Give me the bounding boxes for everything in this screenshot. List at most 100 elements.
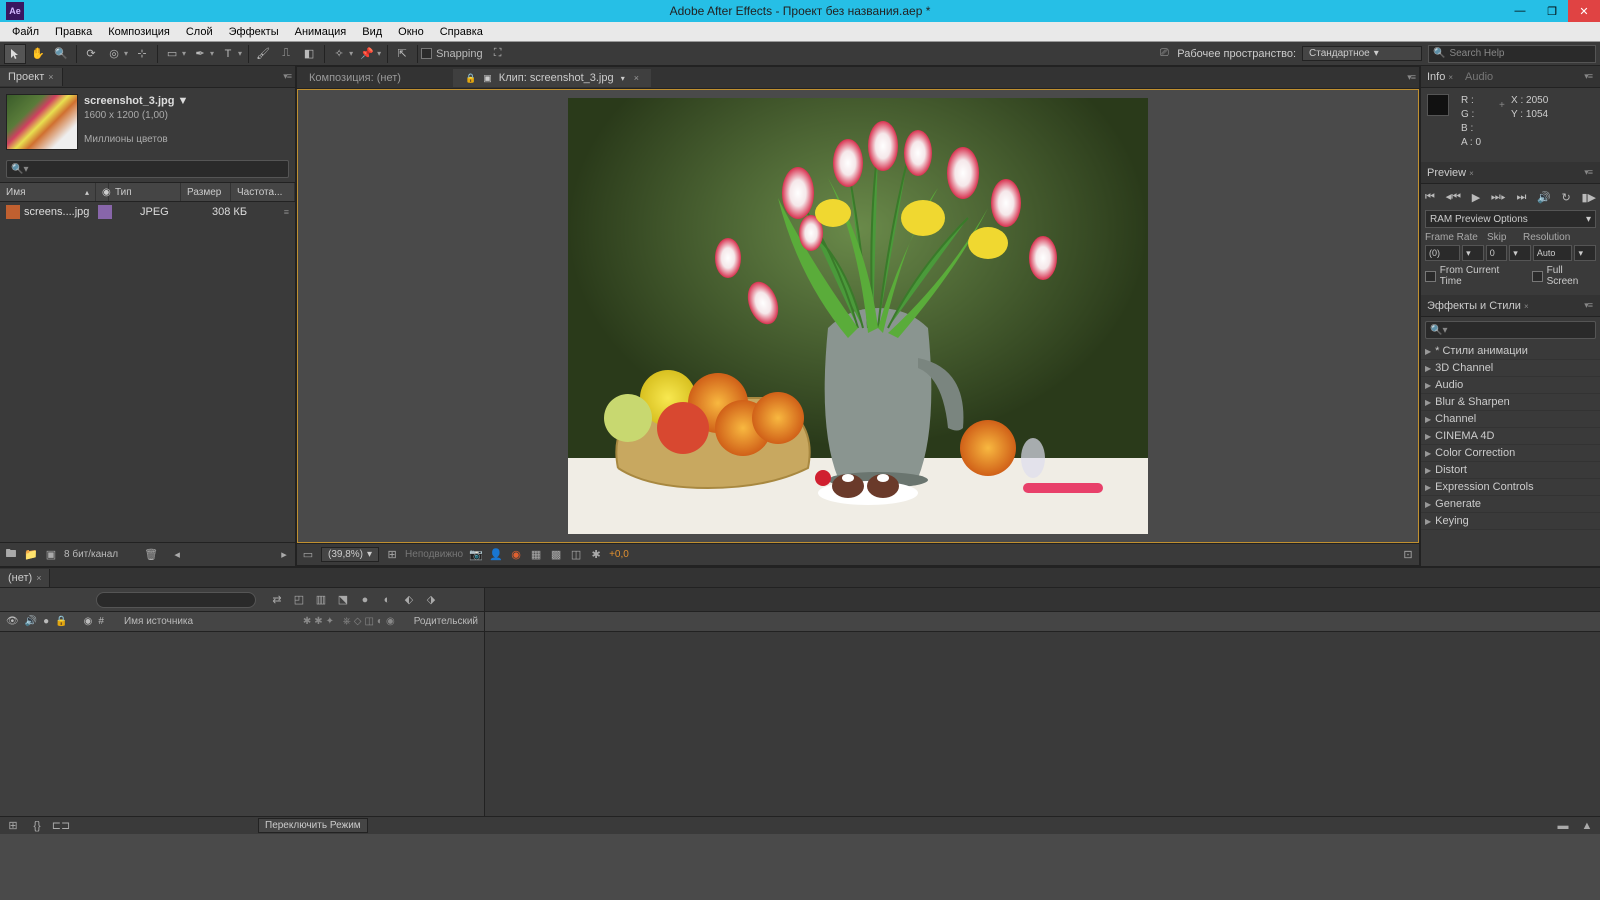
hand-tool[interactable]: ✋ <box>27 44 49 64</box>
fx-category[interactable]: ▶* Стили анимации <box>1421 343 1600 360</box>
ram-button[interactable]: ▮▶ <box>1581 191 1596 204</box>
sync-icon[interactable]: ⎚ <box>1157 47 1171 61</box>
menu-animation[interactable]: Анимация <box>287 24 355 40</box>
skip-dd[interactable]: ▾ <box>1509 245 1531 261</box>
local-axis-tool[interactable]: ⇱ <box>391 44 413 64</box>
effects-tab[interactable]: Эффекты и Стили× <box>1421 297 1535 315</box>
3d-icon[interactable]: ◫ <box>569 548 583 562</box>
toggle-switches-icon[interactable]: ⊞ <box>6 819 20 833</box>
asset-name[interactable]: screenshot_3.jpg ▼ <box>84 94 188 109</box>
selection-tool[interactable] <box>4 44 26 64</box>
menu-edit[interactable]: Правка <box>47 24 100 40</box>
audio-icon[interactable]: 🔊 <box>25 616 37 627</box>
tl-icon[interactable]: ⬖ <box>402 593 416 607</box>
menu-view[interactable]: Вид <box>354 24 390 40</box>
tl-icon[interactable]: ● <box>358 593 372 607</box>
audio-tab[interactable]: Audio <box>1459 68 1499 86</box>
zoom-out-icon[interactable]: ▬ <box>1556 819 1570 833</box>
exposure-value[interactable]: +0,0 <box>609 549 629 560</box>
fx-category[interactable]: ▶Channel <box>1421 411 1600 428</box>
magnify-icon[interactable]: ▭ <box>301 548 315 562</box>
clone-tool[interactable]: ⎍ <box>275 44 297 64</box>
resolution-dd[interactable]: ▾ <box>1574 245 1596 261</box>
minimize-button[interactable]: — <box>1504 0 1536 22</box>
new-comp-icon[interactable]: ▣ <box>44 548 58 562</box>
col-freq[interactable]: Частота... <box>231 183 295 201</box>
snapping-options-icon[interactable]: ⛶ <box>487 44 509 64</box>
timeline-ruler[interactable] <box>485 588 1600 612</box>
row-menu-icon[interactable]: ≡ <box>284 207 289 217</box>
anchor-tool[interactable]: ⊹ <box>131 44 153 64</box>
timeline-tracks[interactable] <box>485 588 1600 816</box>
roto-tool[interactable]: ✧ <box>328 44 350 64</box>
menu-window[interactable]: Окно <box>390 24 432 40</box>
delete-icon[interactable]: 🗑 <box>144 548 158 562</box>
brackets2-icon[interactable]: ⊏⊐ <box>54 819 68 833</box>
new-folder-icon[interactable]: 📁 <box>24 548 38 562</box>
panel-menu-icon[interactable]: ▾≡ <box>1407 72 1415 83</box>
fx-category[interactable]: ▶Blur & Sharpen <box>1421 394 1600 411</box>
label-icon[interactable]: ◉ <box>84 616 93 627</box>
close-button[interactable]: ✕ <box>1568 0 1600 22</box>
tl-icon[interactable]: ⬗ <box>424 593 438 607</box>
zoom-in-icon[interactable]: ▲ <box>1580 819 1594 833</box>
panel-menu-icon[interactable]: ▾≡ <box>283 71 291 82</box>
menu-composition[interactable]: Композиция <box>100 24 178 40</box>
first-frame-button[interactable]: ⏮ <box>1425 191 1435 204</box>
audio-button[interactable]: 🔊 <box>1537 191 1551 204</box>
snapping-checkbox[interactable] <box>421 48 432 59</box>
type-tool[interactable]: T <box>217 44 239 64</box>
project-search-input[interactable]: 🔍▾ <box>6 160 289 178</box>
project-list-row[interactable]: screens....jpg JPEG 308 КБ ≡ <box>0 202 295 222</box>
tl-icon[interactable]: ◐ <box>380 593 394 607</box>
last-frame-button[interactable]: ⏭ <box>1517 191 1527 204</box>
region-icon[interactable]: 👤 <box>489 548 503 562</box>
transparency-icon[interactable]: ▦ <box>529 548 543 562</box>
comp-tab[interactable]: Композиция: (нет) <box>297 69 413 87</box>
col-label[interactable]: ◉ <box>96 183 109 201</box>
lock-icon[interactable]: 🔒 <box>55 616 67 627</box>
col-size[interactable]: Размер <box>181 183 231 201</box>
exposure-icon[interactable]: ✱ <box>589 548 603 562</box>
eraser-tool[interactable]: ◧ <box>298 44 320 64</box>
toggle-mode-button[interactable]: Переключить Режим <box>258 818 368 833</box>
solo-icon[interactable]: ● <box>43 616 49 627</box>
viewer-canvas[interactable] <box>297 89 1419 543</box>
from-current-checkbox[interactable] <box>1425 271 1436 282</box>
effects-search-input[interactable]: 🔍▾ <box>1425 321 1596 339</box>
project-tab[interactable]: Проект× <box>0 68 63 86</box>
pen-tool[interactable]: ✒ <box>189 44 211 64</box>
framerate-input[interactable]: (0) <box>1425 245 1460 261</box>
tl-icon[interactable]: ⬔ <box>336 593 350 607</box>
menu-help[interactable]: Справка <box>432 24 491 40</box>
framerate-dd[interactable]: ▾ <box>1462 245 1484 261</box>
resolution-input[interactable]: Auto <box>1533 245 1573 261</box>
tl-icon[interactable]: ⇄ <box>270 593 284 607</box>
brackets-icon[interactable]: {} <box>30 819 44 833</box>
brush-tool[interactable]: 🖌 <box>252 44 274 64</box>
loop-button[interactable]: ↻ <box>1562 191 1571 204</box>
play-button[interactable]: ▶ <box>1472 191 1480 204</box>
close-icon[interactable]: × <box>48 72 53 82</box>
bpc-label[interactable]: 8 бит/канал <box>64 549 118 560</box>
mask-icon[interactable]: ▩ <box>549 548 563 562</box>
timeline-tab[interactable]: (нет)× <box>0 569 50 587</box>
fx-category[interactable]: ▶Keying <box>1421 513 1600 530</box>
prev-frame-button[interactable]: ◂⏮ <box>1446 190 1461 204</box>
fx-category[interactable]: ▶Color Correction <box>1421 445 1600 462</box>
fx-category[interactable]: ▶CINEMA 4D <box>1421 428 1600 445</box>
timeline-search-input[interactable] <box>96 592 256 608</box>
ram-preview-dropdown[interactable]: RAM Preview Options▾ <box>1425 210 1596 228</box>
menu-layer[interactable]: Слой <box>178 24 221 40</box>
preview-tab[interactable]: Preview× <box>1421 164 1480 182</box>
channel-icon[interactable]: ◉ <box>509 548 523 562</box>
clip-tab[interactable]: 🔒 ▣ Клип: screenshot_3.jpg ▾ × <box>453 69 651 87</box>
prev-icon[interactable]: ◂ <box>170 548 184 562</box>
next-icon[interactable]: ▸ <box>277 548 291 562</box>
tl-icon[interactable]: ▥ <box>314 593 328 607</box>
fx-category[interactable]: ▶Distort <box>1421 462 1600 479</box>
fx-category[interactable]: ▶3D Channel <box>1421 360 1600 377</box>
zoom-dropdown[interactable]: (39,8%) ▾ <box>321 547 379 562</box>
menu-effects[interactable]: Эффекты <box>221 24 287 40</box>
close-icon[interactable]: × <box>634 73 639 83</box>
